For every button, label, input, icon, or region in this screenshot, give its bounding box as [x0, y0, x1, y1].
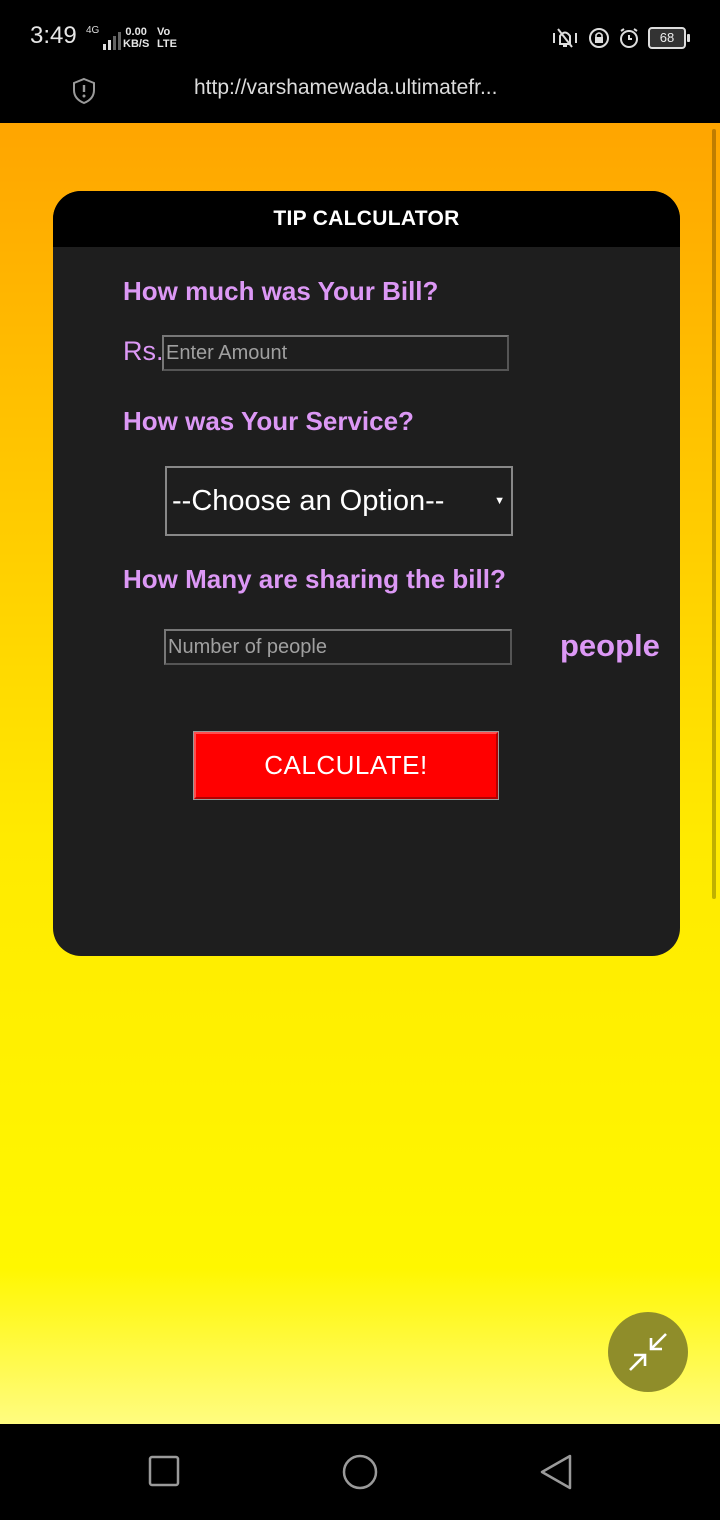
bill-question-label: How much was Your Bill? — [123, 276, 439, 306]
back-icon[interactable] — [538, 1454, 574, 1490]
network-indicator: 4G — [86, 25, 122, 50]
dropdown-arrow-icon: ▼ — [494, 495, 505, 507]
sharing-question-label: How Many are sharing the bill? — [123, 564, 506, 594]
people-count-input[interactable] — [164, 629, 512, 665]
rotation-lock-icon — [589, 28, 609, 48]
net-speed-unit: KB/S — [123, 38, 150, 50]
calculator-title: TIP CALCULATOR — [53, 191, 680, 247]
minimize-arrows-icon — [629, 1333, 667, 1371]
tip-calculator-card: TIP CALCULATOR How much was Your Bill? R… — [53, 191, 680, 956]
battery-level: 68 — [648, 27, 686, 49]
volte-indicator: Vo LTE — [157, 26, 177, 50]
service-question-label: How was Your Service? — [123, 406, 414, 436]
status-icons: 68 — [550, 26, 690, 50]
volte-bottom: LTE — [157, 38, 177, 50]
minimize-button[interactable] — [608, 1312, 688, 1392]
net-speed-value: 0.00 — [125, 26, 147, 38]
calculate-button[interactable]: CALCULATE! — [193, 731, 499, 800]
net-speed: 0.00 KB/S — [123, 26, 149, 50]
alarm-icon — [620, 28, 638, 48]
shield-icon[interactable] — [71, 77, 97, 105]
network-type: 4G — [86, 25, 100, 36]
browser-url-bar[interactable]: http://varshamewada.ultimatefr... — [0, 76, 720, 123]
volte-top: Vo — [157, 26, 171, 38]
vibrate-icon — [553, 28, 577, 48]
service-select-value: --Choose an Option-- — [172, 485, 445, 517]
page-background: TIP CALCULATOR How much was Your Bill? R… — [0, 123, 720, 1424]
navigation-bar — [0, 1424, 720, 1520]
scrollbar[interactable] — [712, 129, 716, 899]
recent-apps-icon[interactable] — [148, 1454, 180, 1488]
home-icon[interactable] — [340, 1454, 380, 1490]
currency-label: Rs. — [123, 336, 164, 366]
status-time: 3:49 — [30, 22, 77, 49]
battery-icon: 68 — [648, 27, 690, 49]
url-text[interactable]: http://varshamewada.ultimatefr... — [194, 76, 497, 100]
signal-icon — [103, 30, 122, 50]
people-unit-label: people — [560, 628, 660, 663]
bill-amount-input[interactable] — [162, 335, 509, 371]
service-select[interactable]: --Choose an Option-- ▼ — [165, 466, 513, 536]
status-bar: 3:49 4G 0.00 KB/S Vo LTE 68 — [0, 0, 720, 76]
